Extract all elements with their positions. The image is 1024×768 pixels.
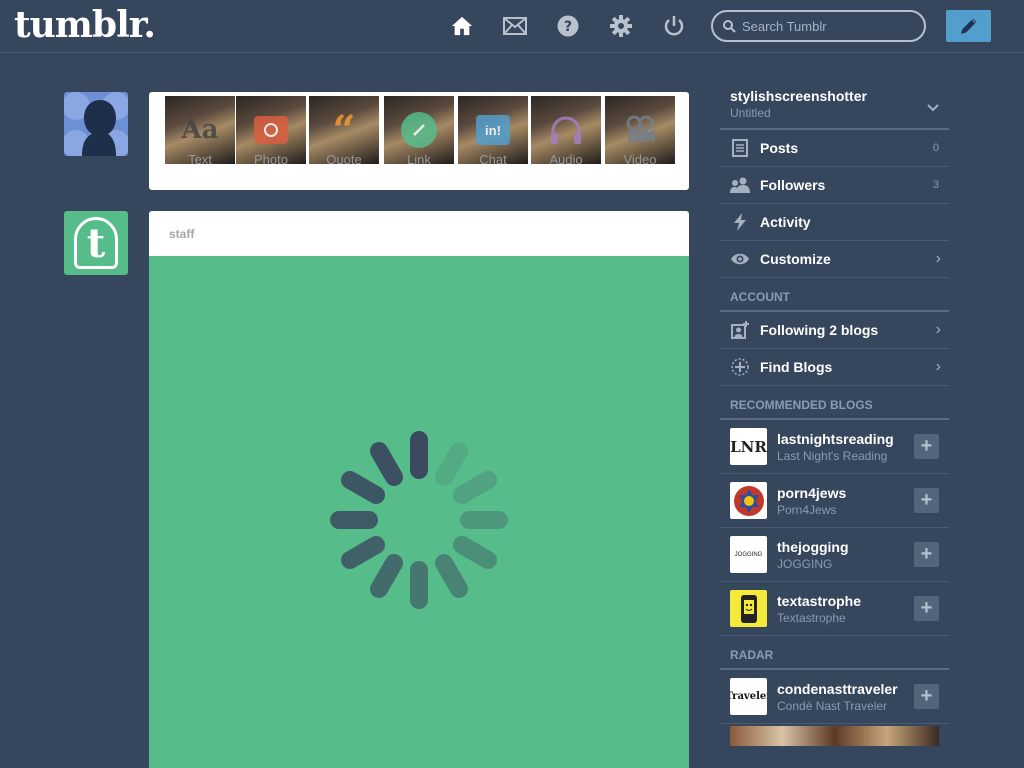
text-icon: Aa	[181, 115, 219, 145]
radar-blog[interactable]: Traveler condenasttravelerCondé Nast Tra…	[720, 670, 949, 724]
settings-icon[interactable]	[609, 14, 633, 38]
post-type-quote-button[interactable]: “ Quote	[309, 96, 379, 164]
svg-text:?: ?	[564, 19, 572, 35]
radar-section-header: RADAR	[720, 636, 949, 670]
blog-name: condenasttraveler	[777, 680, 898, 697]
tumblr-logo[interactable]: tumblr.	[14, 4, 156, 46]
sidebar-item-activity[interactable]: Activity	[720, 204, 949, 241]
sidebar: stylishscreenshotter Untitled Posts 0 Fo…	[720, 84, 949, 746]
link-icon	[401, 112, 437, 148]
search-input[interactable]	[742, 18, 912, 34]
post-type-label: Audio	[549, 152, 583, 164]
quote-icon: “	[332, 106, 356, 154]
search-box[interactable]	[711, 10, 926, 42]
blog-title: Last Night's Reading	[777, 448, 888, 463]
blog-title: Porn4Jews	[777, 502, 837, 517]
blog-name: thejogging	[777, 538, 849, 555]
post-type-label: Link	[407, 152, 431, 164]
posts-count: 0	[932, 142, 939, 154]
recommended-blog[interactable]: textastrophe Textastrophe +	[720, 582, 949, 636]
sidebar-item-label: Following 2 blogs	[760, 322, 879, 338]
recommended-blog[interactable]: porn4jews Porn4Jews +	[720, 474, 949, 528]
chevron-right-icon: ›	[935, 321, 941, 338]
post-type-selector: Aa Text Photo “ Quote Link in! Chat Audi…	[149, 92, 689, 190]
home-icon[interactable]	[450, 14, 474, 38]
blog-avatar: LNR	[730, 428, 767, 465]
post-type-video-button[interactable]: Video	[605, 96, 675, 164]
sidebar-item-label: Followers	[760, 177, 826, 193]
top-navigation-bar: tumblr. ?	[0, 0, 1024, 53]
followers-count: 3	[932, 179, 939, 191]
post-type-photo-button[interactable]: Photo	[236, 96, 306, 164]
mail-icon[interactable]	[503, 14, 527, 38]
blog-name: textastrophe	[777, 592, 862, 609]
chevron-right-icon: ›	[935, 250, 941, 267]
sidebar-item-label: Find Blogs	[760, 359, 833, 375]
post-type-label: Chat	[479, 152, 507, 164]
post-type-link-button[interactable]: Link	[384, 96, 454, 164]
headphones-icon	[548, 112, 584, 148]
sidebar-item-label: Activity	[760, 214, 811, 230]
follow-button[interactable]: +	[914, 596, 939, 621]
staff-avatar[interactable]: t	[64, 211, 128, 275]
recommended-section-header: RECOMMENDED BLOGS	[720, 386, 949, 420]
sidebar-item-label: Posts	[760, 140, 799, 156]
blog-avatar	[730, 590, 767, 627]
user-avatar[interactable]	[64, 92, 128, 156]
post-blog-name[interactable]: staff	[149, 211, 689, 256]
camera-icon	[254, 116, 288, 144]
compose-button[interactable]	[946, 10, 991, 42]
tumblr-t-icon: t	[74, 217, 118, 269]
posts-icon	[730, 138, 750, 158]
follow-button[interactable]: +	[914, 434, 939, 459]
blog-title: JOGGING	[777, 556, 833, 571]
eye-icon	[730, 249, 750, 269]
chevron-right-icon: ›	[935, 358, 941, 375]
recommended-blog[interactable]: JOGGING thejogging JOGGING +	[720, 528, 949, 582]
follow-button[interactable]: +	[914, 488, 939, 513]
power-icon[interactable]	[662, 14, 686, 38]
post-type-chat-button[interactable]: in! Chat	[458, 96, 528, 164]
blog-avatar	[730, 482, 767, 519]
recommended-blog[interactable]: LNR lastnightsreading Last Night's Readin…	[720, 420, 949, 474]
chevron-down-icon	[927, 104, 939, 112]
sidebar-item-customize[interactable]: Customize ›	[720, 241, 949, 278]
sidebar-item-label: Customize	[760, 251, 831, 267]
following-icon	[730, 320, 750, 340]
account-section-header: ACCOUNT	[720, 278, 949, 312]
compass-icon	[730, 357, 750, 377]
sidebar-item-find-blogs[interactable]: Find Blogs ›	[720, 349, 949, 386]
post-type-label: Video	[623, 152, 657, 164]
post-card: staff	[149, 211, 689, 768]
blog-title: Untitled	[730, 106, 771, 120]
post-type-label: Text	[188, 152, 212, 164]
blog-name: porn4jews	[777, 484, 847, 501]
post-type-label: Quote	[326, 152, 362, 164]
post-type-label: Photo	[254, 152, 288, 164]
lightning-icon	[730, 212, 750, 232]
loading-spinner-icon	[330, 431, 508, 609]
radar-post-image[interactable]	[730, 726, 939, 746]
sidebar-item-followers[interactable]: Followers 3	[720, 167, 949, 204]
blog-avatar: JOGGING	[730, 536, 767, 573]
video-camera-icon	[622, 112, 658, 148]
pencil-icon	[960, 18, 976, 34]
blog-name: lastnightsreading	[777, 430, 894, 447]
chat-icon: in!	[476, 115, 510, 145]
sidebar-item-following[interactable]: Following 2 blogs ›	[720, 312, 949, 349]
help-icon[interactable]: ?	[556, 14, 580, 38]
post-type-text-button[interactable]: Aa Text	[165, 96, 235, 164]
blog-switcher[interactable]: stylishscreenshotter Untitled	[720, 84, 949, 130]
post-type-audio-button[interactable]: Audio	[531, 96, 601, 164]
blog-title: Condé Nast Traveler	[777, 698, 888, 713]
blog-title: Textastrophe	[777, 610, 846, 625]
follow-button[interactable]: +	[914, 684, 939, 709]
search-icon	[723, 19, 736, 33]
follow-button[interactable]: +	[914, 542, 939, 567]
sidebar-item-posts[interactable]: Posts 0	[720, 130, 949, 167]
followers-icon	[730, 175, 750, 195]
blog-name: stylishscreenshotter	[730, 88, 867, 104]
blog-avatar: Traveler	[730, 678, 767, 715]
